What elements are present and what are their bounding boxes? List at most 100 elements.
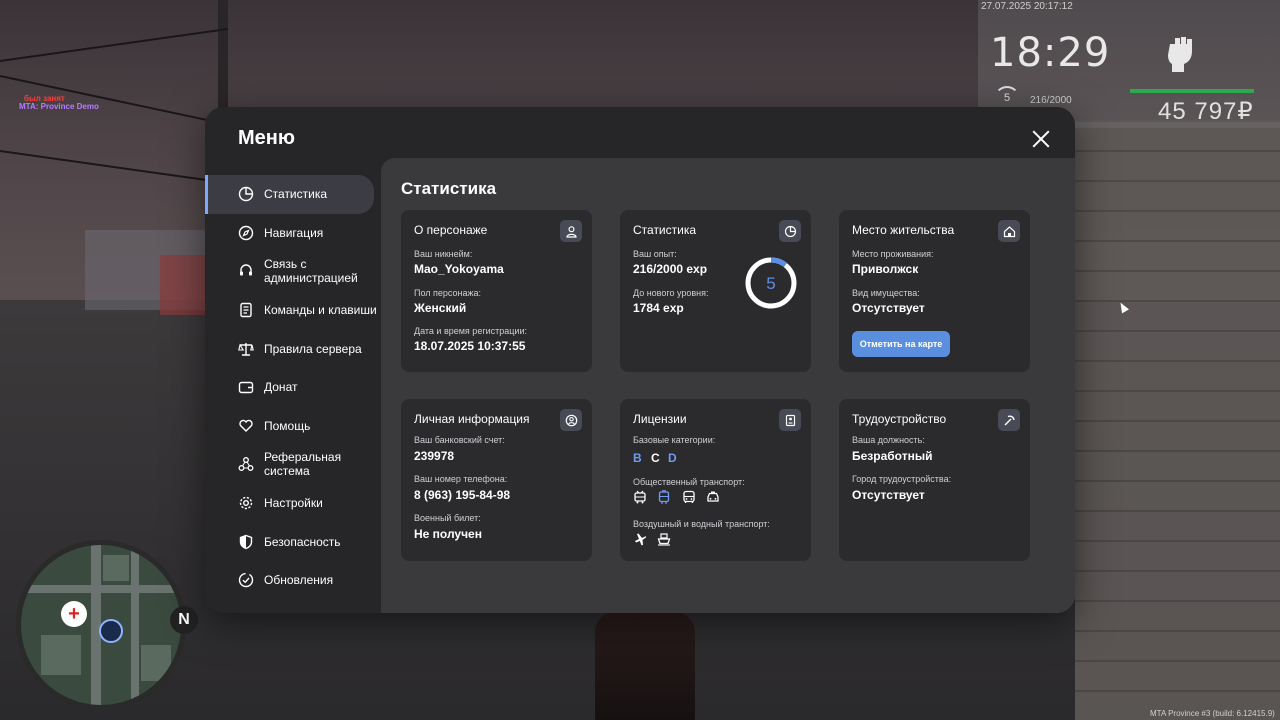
- place-label: Место проживания:: [852, 249, 934, 259]
- hud-datetime: 27.07.2025 20:17:12: [981, 1, 1073, 12]
- bank-value: 239978: [414, 449, 455, 463]
- fist-weapon-icon: [1168, 37, 1192, 72]
- place-value: Приволжск: [852, 262, 919, 276]
- shield-icon: [239, 534, 253, 549]
- player-character: [595, 612, 695, 720]
- pie-chart-icon: [779, 220, 801, 242]
- nickname-label: Ваш никнейм:: [414, 249, 473, 259]
- sidebar-item-label: Навигация: [264, 225, 324, 240]
- public-transport-label: Общественный транспорт:: [633, 477, 745, 487]
- sidebar-item-label: Обновления: [264, 573, 334, 588]
- sidebar-item-label: Донат: [264, 380, 298, 395]
- licenses-card: Лицензии Базовые категории: B C D Общест…: [620, 399, 811, 561]
- sidebar: Статистика Навигация Связь с администрац…: [205, 175, 381, 600]
- bus-icon: [683, 490, 695, 503]
- sidebar-item-label: Правила сервера: [264, 341, 362, 356]
- page-title: Статистика: [401, 179, 497, 198]
- gear-icon: [239, 496, 253, 510]
- sidebar-item-updates[interactable]: Обновления: [205, 561, 381, 600]
- license-category-c: C: [651, 451, 660, 465]
- network-icon: [238, 457, 254, 472]
- air-water-transport-label: Воздушный и водный транспорт:: [633, 519, 770, 529]
- minimap: +: [16, 540, 186, 710]
- sidebar-item-label: Настройки: [264, 496, 323, 511]
- content-panel: Статистика О персонаже Ваш никнейм: Mao_…: [381, 158, 1075, 613]
- server-name-text: MTA: Province Demo: [19, 102, 99, 111]
- wallet-icon: [238, 382, 254, 394]
- residence-card: Место жительства Место проживания: Приво…: [839, 210, 1030, 372]
- position-label: Ваша должность:: [852, 435, 925, 445]
- phone-label: Ваш номер телефона:: [414, 474, 508, 484]
- taxi-icon: [707, 491, 719, 502]
- sidebar-item-help[interactable]: Помощь: [205, 407, 381, 446]
- nickname-value: Mao_Yokoyama: [414, 262, 504, 276]
- registration-value: 18.07.2025 10:37:55: [414, 339, 526, 353]
- position-value: Безработный: [852, 449, 933, 463]
- heart-hands-icon: [239, 419, 253, 432]
- employment-city-label: Город трудоустройства:: [852, 474, 952, 484]
- id-badge-icon: [779, 409, 801, 431]
- hud-health-bar: [1130, 89, 1254, 93]
- gender-value: Женский: [414, 301, 467, 315]
- sidebar-item-settings[interactable]: Настройки: [205, 484, 381, 523]
- pie-chart-icon: [238, 187, 254, 202]
- trolleybus-icon: [634, 490, 646, 504]
- property-value: Отсутствует: [852, 301, 925, 315]
- sidebar-item-statistics[interactable]: Статистика: [205, 175, 374, 214]
- sidebar-item-donate[interactable]: Донат: [205, 368, 381, 407]
- personal-info-card: Личная информация Ваш банковский счет: 2…: [401, 399, 592, 561]
- hud-money: 45 797₽: [1158, 98, 1254, 125]
- military-label: Военный билет:: [414, 513, 481, 523]
- sidebar-item-label: Команды и клавиши: [264, 303, 377, 318]
- sidebar-item-contact-admin[interactable]: Связь с администрацией: [205, 252, 381, 291]
- menu-window: Меню Статистика Навигация Связь с админи…: [205, 107, 1075, 613]
- base-categories-label: Базовые категории:: [633, 435, 716, 445]
- sidebar-item-commands[interactable]: Команды и клавиши: [205, 291, 381, 330]
- next-level-value: 1784 exp: [633, 301, 684, 315]
- red-building-background: [160, 255, 210, 315]
- card-title: Лицензии: [633, 412, 687, 426]
- sidebar-item-referral[interactable]: Реферальная система: [205, 445, 381, 484]
- level-number: 5: [766, 274, 775, 293]
- airplane-icon: [635, 533, 647, 546]
- brick-wall-background: [1075, 120, 1280, 720]
- sidebar-item-label: Безопасность: [264, 534, 341, 549]
- menu-title: Меню: [238, 127, 295, 149]
- card-title: Личная информация: [414, 412, 530, 426]
- document-icon: [240, 302, 252, 318]
- sidebar-item-rules[interactable]: Правила сервера: [205, 329, 381, 368]
- mark-on-map-button[interactable]: Отметить на карте: [852, 331, 950, 357]
- build-info: MTA Province #3 (build: 6.12415.9): [1150, 709, 1275, 718]
- check-circle-icon: [238, 573, 254, 588]
- exp-value: 216/2000 exp: [633, 262, 708, 276]
- stats-card: Статистика Ваш опыт: 216/2000 exp До нов…: [620, 210, 811, 372]
- home-icon: [998, 220, 1020, 242]
- sidebar-item-security[interactable]: Безопасность: [205, 522, 381, 561]
- gender-label: Пол персонажа:: [414, 288, 482, 298]
- close-icon[interactable]: [1030, 128, 1052, 150]
- sidebar-item-label: Реферальная система: [264, 450, 342, 479]
- user-circle-icon: [560, 409, 582, 431]
- headset-icon: [240, 264, 252, 276]
- boat-icon: [657, 533, 671, 546]
- compass-icon: [238, 225, 254, 241]
- property-label: Вид имущества:: [852, 288, 920, 298]
- card-title: О персонаже: [414, 223, 488, 237]
- card-title: Место жительства: [852, 223, 955, 237]
- hud-clock: 18:29: [990, 30, 1111, 76]
- sidebar-item-label: Помощь: [264, 418, 311, 433]
- player-arrow-icon: [99, 619, 123, 643]
- tram-icon: [658, 490, 670, 504]
- bank-label: Ваш банковский счет:: [414, 435, 505, 445]
- sidebar-item-label: Статистика: [264, 187, 328, 202]
- card-title: Трудоустройство: [852, 412, 947, 426]
- north-indicator: N: [170, 606, 198, 634]
- sidebar-item-navigation[interactable]: Навигация: [205, 214, 381, 253]
- pickaxe-icon: [998, 409, 1020, 431]
- license-category-b: B: [633, 451, 642, 465]
- license-category-d: D: [668, 451, 677, 465]
- card-title: Статистика: [633, 223, 697, 237]
- next-level-label: До нового уровня:: [633, 288, 709, 298]
- employment-city-value: Отсутствует: [852, 488, 925, 502]
- phone-value: 8 (963) 195-84-98: [414, 488, 511, 502]
